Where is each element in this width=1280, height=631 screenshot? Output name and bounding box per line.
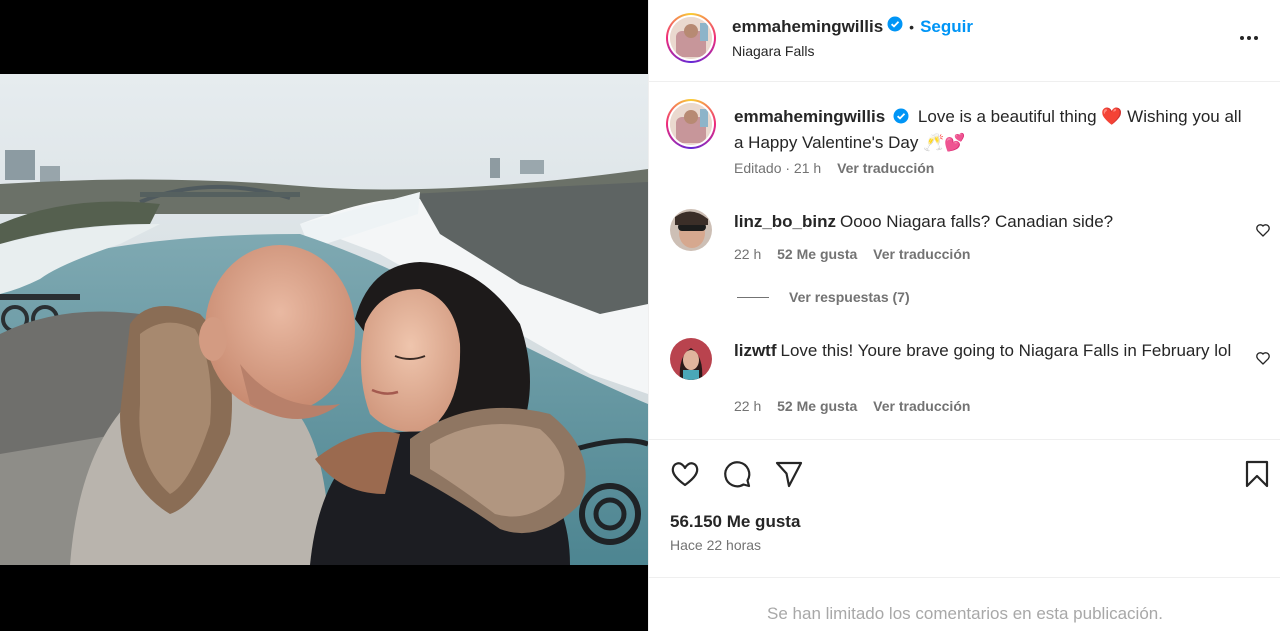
caption-username[interactable]: emmahemingwillis <box>734 107 885 126</box>
replies-divider <box>737 296 769 298</box>
verified-badge-icon <box>893 107 909 131</box>
comment-1-meta: 22 h 52 Me gusta Ver traducción <box>734 246 970 262</box>
comment-like-heart-icon[interactable] <box>1255 222 1271 238</box>
comment-translate-link[interactable]: Ver traducción <box>873 246 970 262</box>
comment-text: Oooo Niagara falls? Canadian side? <box>840 212 1114 231</box>
caption-edited-time: Editado · 21 h <box>734 160 822 176</box>
comments-section: emmahemingwillis Love is a beautiful thi… <box>649 83 1280 440</box>
share-icon[interactable] <box>773 458 805 490</box>
comment-avatar[interactable] <box>670 209 712 251</box>
bookmark-icon[interactable] <box>1241 458 1273 490</box>
comments-limited-notice: Se han limitado los comentarios en esta … <box>767 604 1163 623</box>
follow-button[interactable]: Seguir <box>920 17 973 37</box>
comment-2: lizwtf Love this! Youre brave going to Ni… <box>734 339 1234 363</box>
post-header: emmahemingwillis • Seguir Niagara Falls <box>649 0 1280 82</box>
comment-translate-link[interactable]: Ver traducción <box>873 398 970 414</box>
more-options-icon[interactable] <box>1237 26 1261 50</box>
heart-icon[interactable] <box>669 458 701 490</box>
view-replies-button[interactable]: Ver respuestas (7) <box>737 289 910 305</box>
post-details-panel: emmahemingwillis • Seguir Niagara Falls <box>648 0 1280 631</box>
comment-username[interactable]: lizwtf <box>734 341 777 360</box>
author-avatar[interactable] <box>666 13 716 63</box>
comment-2-meta: 22 h 52 Me gusta Ver traducción <box>734 398 970 414</box>
comment-like-heart-icon[interactable] <box>1255 350 1271 366</box>
separator-dot: • <box>909 18 915 35</box>
avatar-image-icon <box>670 338 712 380</box>
caption: emmahemingwillis Love is a beautiful thi… <box>734 105 1244 155</box>
comment-icon[interactable] <box>721 458 753 490</box>
comment-text: Love this! Youre brave going to Niagara … <box>780 341 1232 360</box>
caption-translate-link[interactable]: Ver traducción <box>837 160 934 176</box>
comment-username[interactable]: linz_bo_binz <box>734 212 836 231</box>
comment-time: 22 h <box>734 246 762 262</box>
likes-count[interactable]: 56.150 Me gusta <box>670 512 800 532</box>
post-location[interactable]: Niagara Falls <box>732 43 814 59</box>
caption-author-avatar[interactable] <box>666 99 716 149</box>
comment-likes[interactable]: 52 Me gusta <box>777 398 857 414</box>
avatar-image-icon <box>670 209 712 251</box>
post-actions: 56.150 Me gusta Hace 22 horas <box>649 440 1280 578</box>
view-replies-label: Ver respuestas (7) <box>789 289 910 305</box>
post-media <box>0 0 648 631</box>
author-username[interactable]: emmahemingwillis <box>732 17 883 37</box>
verified-badge-icon <box>887 16 903 37</box>
comment-1: linz_bo_binz Oooo Niagara falls? Canadian… <box>734 210 1224 234</box>
photo-illustration <box>0 74 648 565</box>
comment-avatar[interactable] <box>670 338 712 380</box>
comment-likes[interactable]: 52 Me gusta <box>777 246 857 262</box>
comment-time: 22 h <box>734 398 762 414</box>
caption-meta: Editado · 21 h Ver traducción <box>734 160 934 176</box>
avatar-image-icon <box>670 103 712 145</box>
avatar-image-icon <box>670 17 712 59</box>
post-time[interactable]: Hace 22 horas <box>670 537 761 553</box>
post-photo[interactable] <box>0 74 648 565</box>
author-line: emmahemingwillis • Seguir <box>732 16 973 37</box>
